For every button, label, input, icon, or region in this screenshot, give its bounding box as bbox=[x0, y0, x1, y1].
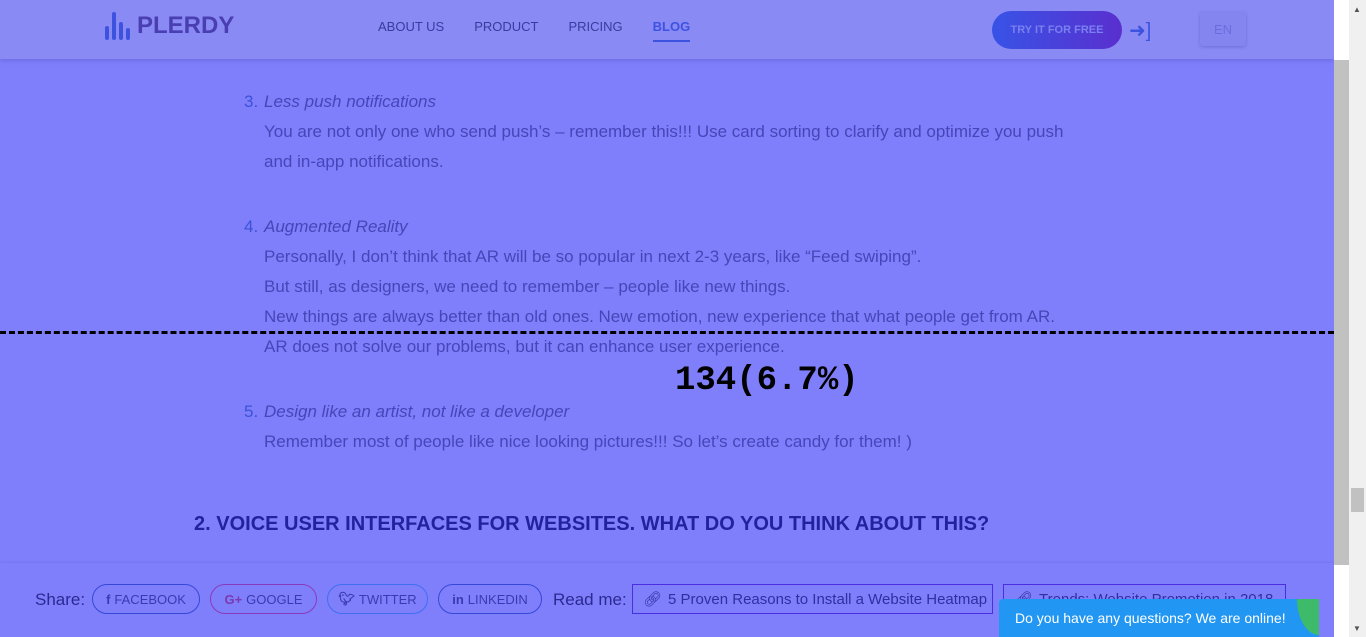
page: 3. Less push notifications You are not o… bbox=[0, 0, 1334, 637]
inner-scrollbar[interactable] bbox=[1334, 0, 1349, 637]
nav-blog[interactable]: BLOG bbox=[652, 19, 691, 42]
linkedin-icon: in bbox=[452, 591, 464, 607]
read-me-label: Read me: bbox=[553, 590, 627, 609]
item-number: 5. bbox=[244, 402, 259, 421]
item-text: But still, as designers, we need to reme… bbox=[264, 277, 791, 296]
share-label: Share: bbox=[35, 590, 86, 609]
item-text: Personally, I don’t think that AR will b… bbox=[264, 247, 922, 266]
item-title: Less push notifications bbox=[264, 92, 436, 111]
button-label: GOOGLE bbox=[246, 591, 303, 607]
item-text: AR does not solve our problems, but it c… bbox=[264, 337, 785, 356]
main-nav: ABOUT US PRODUCT PRICING BLOG bbox=[378, 19, 691, 42]
logo-text: PLERDY bbox=[137, 12, 235, 39]
item-number: 3. bbox=[244, 92, 259, 111]
item-number: 4. bbox=[244, 217, 259, 236]
item-title: Design like an artist, not like a develo… bbox=[264, 402, 570, 421]
scroll-up-icon[interactable]: ▲ bbox=[1353, 5, 1361, 14]
facebook-icon: f bbox=[106, 591, 111, 607]
scrollbar-thumb[interactable] bbox=[1351, 488, 1364, 512]
chat-text: Do you have any questions? We are online… bbox=[1015, 610, 1286, 626]
chat-leaf-icon bbox=[1297, 599, 1319, 635]
link-text: 5 Proven Reasons to Install a Website He… bbox=[668, 590, 988, 608]
item-title: Augmented Reality bbox=[264, 217, 408, 236]
link-icon: 🔗︎ bbox=[643, 591, 663, 608]
scroll-depth-line bbox=[0, 331, 1334, 334]
sign-in-icon[interactable]: ➜] bbox=[1129, 18, 1151, 43]
item-text: and in-app notifications. bbox=[264, 152, 444, 171]
scrollbar-thumb[interactable] bbox=[1334, 60, 1349, 565]
scroll-depth-count: 134(6.7%) bbox=[675, 362, 859, 400]
item-text: You are not only one who send push’s – r… bbox=[264, 122, 1064, 141]
try-free-button[interactable]: TRY IT FOR FREE bbox=[992, 11, 1122, 49]
header: PLERDY ABOUT US PRODUCT PRICING BLOG TRY… bbox=[0, 0, 1334, 59]
button-label: TWITTER bbox=[358, 591, 417, 607]
chat-widget[interactable]: Do you have any questions? We are online… bbox=[999, 599, 1319, 637]
twitter-share-button[interactable]: 🐦︎ TWITTER bbox=[327, 584, 428, 614]
google-plus-icon: G+ bbox=[224, 591, 243, 607]
item-text: Remember most of people like nice lookin… bbox=[264, 432, 912, 451]
section-heading: 2. VOICE USER INTERFACES FOR WEBSITES. W… bbox=[194, 513, 990, 535]
scroll-down-icon[interactable]: ▼ bbox=[1353, 624, 1361, 633]
nav-pricing[interactable]: PRICING bbox=[569, 19, 623, 42]
language-selector[interactable]: EN bbox=[1200, 12, 1246, 46]
button-label: LINKEDIN bbox=[467, 591, 528, 607]
twitter-icon: 🐦︎ bbox=[338, 591, 355, 606]
google-share-button[interactable]: G+ GOOGLE bbox=[210, 584, 317, 614]
nav-product[interactable]: PRODUCT bbox=[474, 19, 538, 42]
logo[interactable]: PLERDY bbox=[105, 10, 234, 40]
read-link[interactable]: 🔗︎ 5 Proven Reasons to Install a Website … bbox=[632, 584, 993, 614]
nav-about-us[interactable]: ABOUT US bbox=[378, 19, 444, 42]
facebook-share-button[interactable]: f FACEBOOK bbox=[92, 584, 200, 614]
linkedin-share-button[interactable]: in LINKEDIN bbox=[438, 584, 542, 614]
button-label: FACEBOOK bbox=[114, 591, 186, 607]
item-text: New things are always better than old on… bbox=[264, 307, 1055, 326]
page-scrollbar[interactable]: ▲ ▼ bbox=[1349, 0, 1366, 637]
